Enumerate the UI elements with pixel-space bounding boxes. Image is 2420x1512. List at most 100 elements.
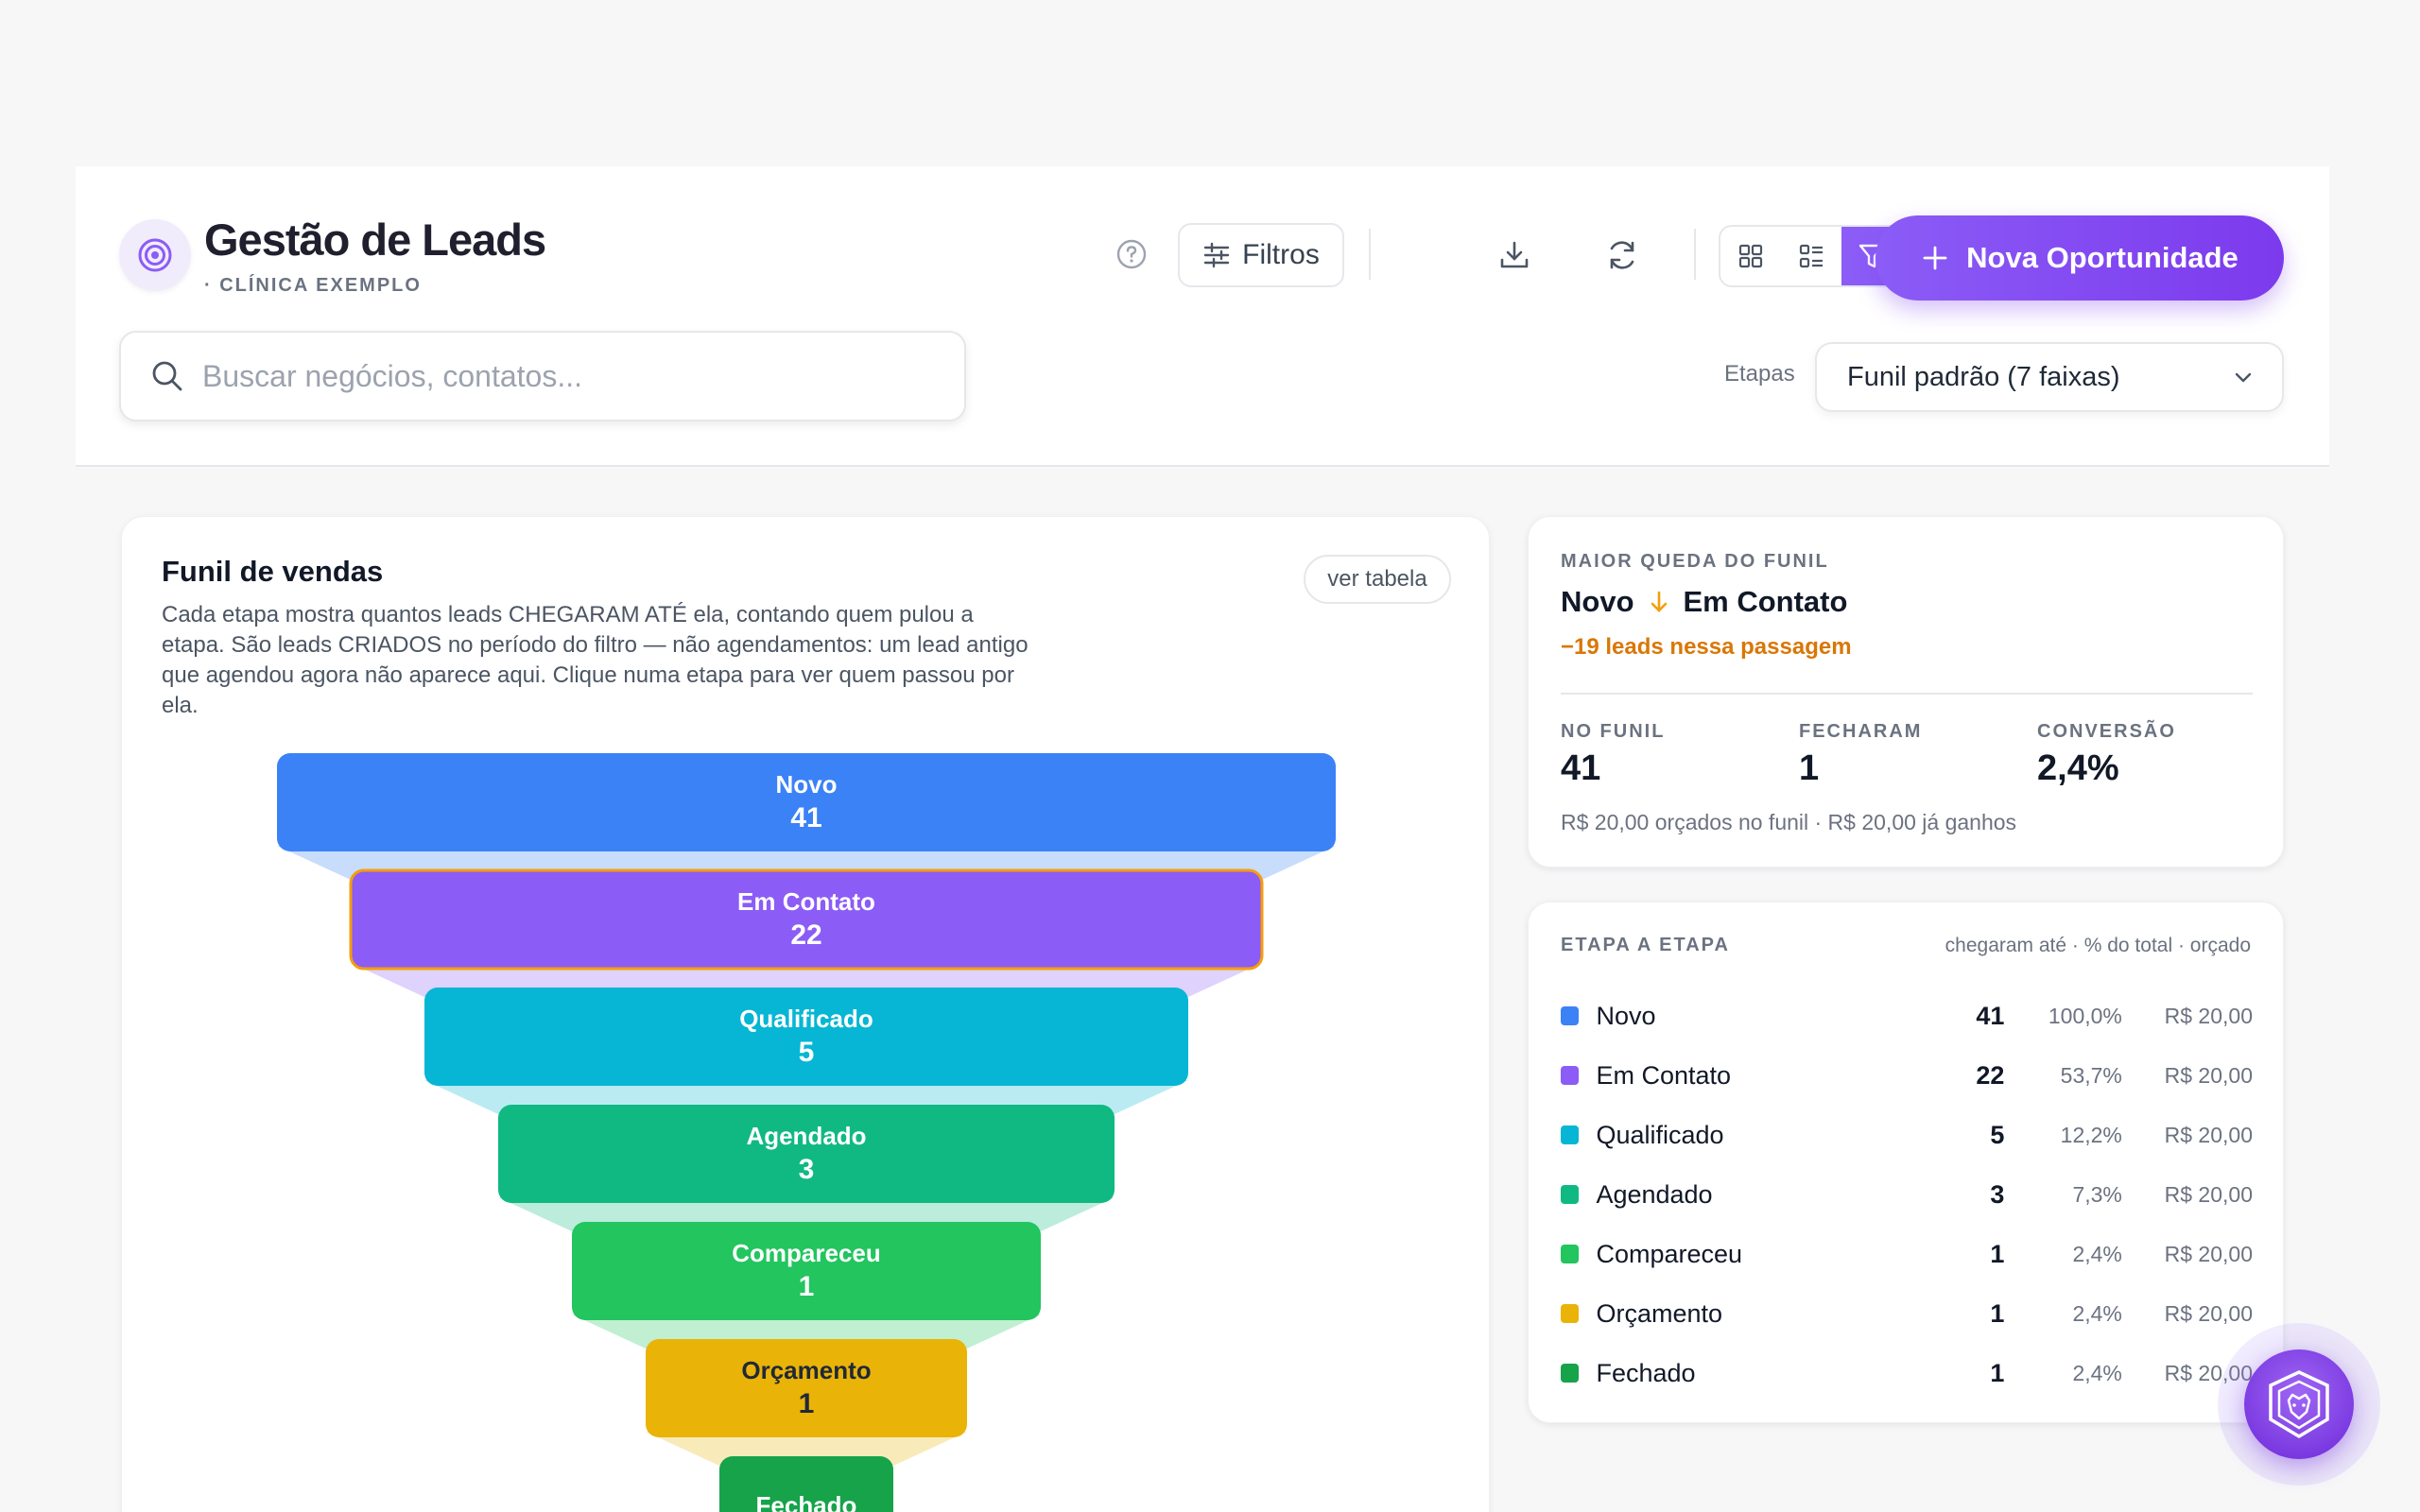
new-opportunity-button[interactable]: Nova Oportunidade bbox=[1876, 215, 2284, 301]
step-count: 3 bbox=[1990, 1179, 2005, 1209]
funnel-stage-count: 1 bbox=[798, 1388, 815, 1419]
drop-footer-text: R$ 20,00 orçados no funil · R$ 20,00 já … bbox=[1561, 810, 2017, 834]
stat-label: FECHARAM bbox=[1799, 721, 1923, 742]
stat-conversion: CONVERSÃO 2,4% bbox=[2037, 721, 2176, 789]
stat-label: CONVERSÃO bbox=[2037, 721, 2176, 742]
step-percent: 100,0% bbox=[2048, 1003, 2122, 1028]
funnel-stage-count: 3 bbox=[798, 1154, 815, 1185]
step-stage-name: Agendado bbox=[1596, 1179, 1713, 1209]
step-count: 5 bbox=[1990, 1120, 2005, 1149]
step-amount: R$ 20,00 bbox=[2164, 1300, 2253, 1326]
funnel-stage-name: Orçamento bbox=[741, 1356, 872, 1384]
help-icon bbox=[1116, 239, 1147, 269]
step-row[interactable]: Qualificado 5 12,2% R$ 20,00 bbox=[1561, 1116, 2253, 1154]
stage-color-dot bbox=[1561, 1185, 1580, 1204]
funnel-stage-count: 5 bbox=[798, 1037, 815, 1068]
step-count: 22 bbox=[1976, 1060, 2005, 1090]
filters-button[interactable]: Filtros bbox=[1178, 223, 1344, 287]
step-by-step-card: ETAPA A ETAPA chegaram até · % do total … bbox=[1528, 902, 2284, 1423]
download-icon bbox=[1500, 241, 1529, 268]
target-logo-icon bbox=[119, 219, 191, 291]
funnel-stage[interactable]: Fechado bbox=[719, 1456, 893, 1512]
stages-select-value: Funil padrão (7 faixas) bbox=[1847, 361, 2120, 392]
sliders-icon bbox=[1203, 242, 1230, 268]
funnel-stage-name: Novo bbox=[775, 770, 838, 799]
stat-label: NO FUNIL bbox=[1561, 721, 1666, 742]
download-button[interactable] bbox=[1490, 231, 1539, 280]
funnel-stage-name: Em Contato bbox=[737, 887, 875, 916]
page-title: Gestão de Leads bbox=[204, 215, 546, 265]
sales-funnel-card: Funil de vendas Cada etapa mostra quanto… bbox=[121, 516, 1490, 1512]
step-amount: R$ 20,00 bbox=[2164, 1360, 2253, 1385]
step-stage-name: Orçamento bbox=[1596, 1298, 1723, 1328]
new-opportunity-label: Nova Oportunidade bbox=[1966, 241, 2238, 274]
assistant-launcher-button[interactable] bbox=[2244, 1349, 2354, 1459]
grid-icon bbox=[1738, 244, 1763, 268]
stages-label: Etapas bbox=[1724, 361, 1795, 387]
refresh-icon bbox=[1610, 241, 1634, 269]
list-view-button[interactable] bbox=[1781, 227, 1841, 285]
stat-closed: FECHARAM 1 bbox=[1799, 721, 1922, 789]
step-amount: R$ 20,00 bbox=[2164, 1241, 2253, 1266]
toolbar-divider bbox=[1369, 229, 1371, 280]
funnel-stage[interactable]: Compareceu 1 bbox=[572, 1222, 1041, 1320]
step-row[interactable]: Novo 41 100,0% R$ 20,00 bbox=[1561, 997, 2253, 1035]
step-row[interactable]: Em Contato 22 53,7% R$ 20,00 bbox=[1561, 1057, 2253, 1094]
stages-select[interactable]: Funil padrão (7 faixas) bbox=[1815, 342, 2284, 412]
funnel-stage-name: Fechado bbox=[755, 1491, 857, 1512]
list-icon bbox=[1799, 244, 1823, 268]
lion-shield-icon bbox=[2269, 1370, 2329, 1439]
step-count: 1 bbox=[1990, 1239, 2005, 1268]
plus-icon bbox=[1923, 246, 1947, 270]
drop-from-stage: Novo bbox=[1561, 585, 1634, 618]
grid-view-button[interactable] bbox=[1720, 227, 1781, 285]
stat-in-funnel: NO FUNIL 41 bbox=[1561, 721, 1665, 789]
toolbar-divider bbox=[1694, 229, 1696, 280]
stat-value: 1 bbox=[1799, 748, 1820, 788]
step-count: 41 bbox=[1976, 1001, 2005, 1030]
funnel-stage-count: 1 bbox=[798, 1271, 815, 1302]
search-input[interactable] bbox=[202, 358, 940, 394]
step-stage-name: Qualificado bbox=[1596, 1120, 1724, 1149]
help-button[interactable] bbox=[1110, 232, 1153, 276]
step-count: 1 bbox=[1990, 1298, 2005, 1328]
step-percent: 2,4% bbox=[2072, 1360, 2122, 1385]
funnel-stage[interactable]: Novo 41 bbox=[277, 753, 1336, 851]
drop-to-stage: Em Contato bbox=[1683, 585, 1848, 618]
funnel-stage-name: Qualificado bbox=[739, 1005, 873, 1033]
stage-color-dot bbox=[1561, 1006, 1580, 1025]
funnel-stage[interactable]: Em Contato 22 bbox=[351, 870, 1262, 969]
step-percent: 12,2% bbox=[2060, 1122, 2122, 1147]
step-stage-name: Novo bbox=[1596, 1001, 1656, 1030]
stat-value: 41 bbox=[1561, 748, 1601, 788]
stage-color-dot bbox=[1561, 1304, 1580, 1323]
search-bar bbox=[119, 331, 966, 421]
stat-value: 2,4% bbox=[2037, 748, 2119, 788]
step-row[interactable]: Compareceu 1 2,4% R$ 20,00 bbox=[1561, 1235, 2253, 1273]
funnel-stage[interactable]: Agendado 3 bbox=[498, 1105, 1115, 1203]
step-stage-name: Fechado bbox=[1596, 1358, 1696, 1387]
step-row[interactable]: Fechado 1 2,4% R$ 20,00 bbox=[1561, 1354, 2253, 1392]
divider bbox=[1561, 693, 2253, 695]
funnel-stage[interactable]: Orçamento 1 bbox=[646, 1339, 967, 1437]
step-amount: R$ 20,00 bbox=[2164, 1003, 2253, 1028]
step-stage-name: Compareceu bbox=[1596, 1239, 1743, 1268]
page-header: Gestão de Leads · CLÍNICA EXEMPLO Filtro… bbox=[76, 166, 2329, 467]
funnel-stage-count: 41 bbox=[790, 802, 822, 833]
funnel-stage-name: Agendado bbox=[746, 1122, 867, 1150]
stage-color-dot bbox=[1561, 1125, 1580, 1144]
funnel-stage-count: 22 bbox=[790, 919, 822, 951]
step-row[interactable]: Agendado 3 7,3% R$ 20,00 bbox=[1561, 1176, 2253, 1213]
drop-loss-text: −19 leads nessa passagem bbox=[1561, 634, 1852, 660]
biggest-drop-label: MAIOR QUEDA DO FUNIL bbox=[1561, 551, 1829, 572]
step-amount: R$ 20,00 bbox=[2164, 1181, 2253, 1207]
step-stage-name: Em Contato bbox=[1596, 1060, 1732, 1090]
refresh-button[interactable] bbox=[1598, 231, 1647, 280]
step-percent: 53,7% bbox=[2060, 1062, 2122, 1088]
biggest-drop-stages: Novo Em Contato bbox=[1561, 585, 1847, 619]
step-row[interactable]: Orçamento 1 2,4% R$ 20,00 bbox=[1561, 1295, 2253, 1332]
chevron-down-icon bbox=[2235, 372, 2252, 383]
funnel-stage[interactable]: Qualificado 5 bbox=[424, 988, 1188, 1086]
arrow-down-icon bbox=[1651, 591, 1667, 612]
step-amount: R$ 20,00 bbox=[2164, 1062, 2253, 1088]
